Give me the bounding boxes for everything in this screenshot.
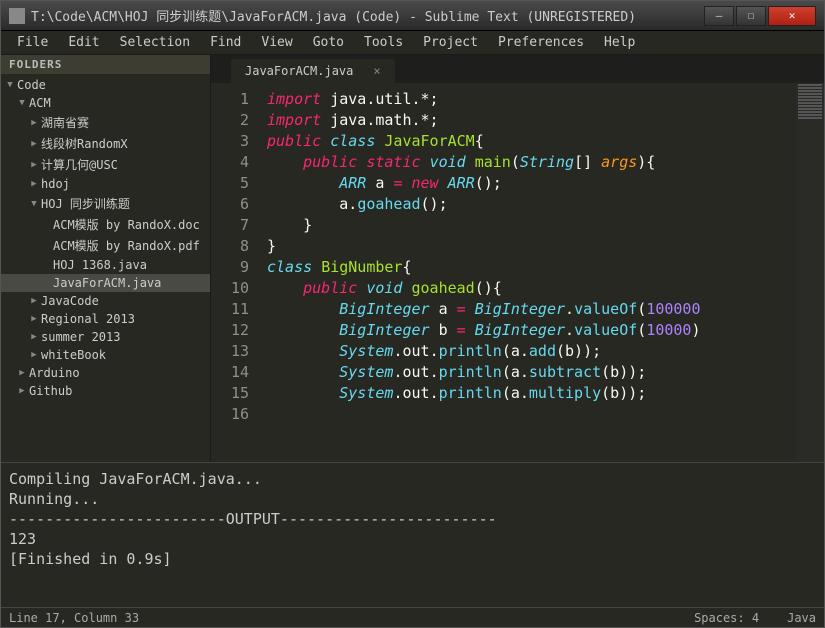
menu-project[interactable]: Project <box>413 33 488 52</box>
tree-arrow-icon: ▶ <box>29 160 39 170</box>
menu-edit[interactable]: Edit <box>58 33 109 52</box>
tree-arrow-icon: ▶ <box>29 350 39 360</box>
tree-item[interactable]: ACM模版 by RandoX.pdf <box>1 235 210 256</box>
tree-label: Arduino <box>29 366 80 380</box>
tree-label: hdoj <box>41 177 70 191</box>
tree-label: ACM <box>29 96 51 110</box>
tree-arrow-icon: ▶ <box>17 368 27 378</box>
tree-label: ACM模版 by RandoX.pdf <box>53 237 200 254</box>
tree-label: Regional 2013 <box>41 312 135 326</box>
tree-item[interactable]: ▶hdoj <box>1 175 210 193</box>
tree-arrow-icon: ▶ <box>29 296 39 306</box>
app-window: T:\Code\ACM\HOJ 同步训练题\JavaForACM.java (C… <box>0 0 825 628</box>
tree-label: HOJ 同步训练题 <box>41 195 130 212</box>
menu-preferences[interactable]: Preferences <box>488 33 594 52</box>
tree-arrow-icon: ▶ <box>29 118 39 128</box>
tree-arrow-icon: ▼ <box>5 80 15 90</box>
tree-item[interactable]: ACM模版 by RandoX.doc <box>1 214 210 235</box>
tree-arrow-icon: ▶ <box>29 314 39 324</box>
tree-label: JavaForACM.java <box>53 276 161 290</box>
menu-file[interactable]: File <box>7 33 58 52</box>
tabbar: JavaForACM.java × <box>211 55 824 83</box>
console-output[interactable]: Compiling JavaForACM.java... Running... … <box>1 462 824 607</box>
menubar: FileEditSelectionFindViewGotoToolsProjec… <box>1 31 824 55</box>
code-view[interactable]: import java.util.*;import java.math.*;pu… <box>259 83 824 462</box>
sidebar-header: FOLDERS <box>1 55 210 74</box>
tree-label: HOJ 1368.java <box>53 258 147 272</box>
window-title: T:\Code\ACM\HOJ 同步训练题\JavaForACM.java (C… <box>31 6 704 25</box>
tree-item[interactable]: ▶summer 2013 <box>1 328 210 346</box>
folder-tree: ▼Code▼ACM▶湖南省赛▶线段树RandomX▶计算几何@USC▶hdoj▼… <box>1 74 210 402</box>
tree-item[interactable]: ▶whiteBook <box>1 346 210 364</box>
tree-label: 线段树RandomX <box>41 135 128 152</box>
tab-close-icon[interactable]: × <box>373 64 380 78</box>
tree-arrow-icon: ▼ <box>29 199 39 209</box>
tree-label: 计算几何@USC <box>41 156 118 173</box>
tree-item[interactable]: ▶湖南省赛 <box>1 112 210 133</box>
menu-view[interactable]: View <box>251 33 302 52</box>
status-position[interactable]: Line 17, Column 33 <box>9 611 139 625</box>
editor-pane: JavaForACM.java × 1234567891011121314151… <box>211 55 824 462</box>
tree-arrow-icon: ▼ <box>17 98 27 108</box>
tree-item[interactable]: JavaForACM.java <box>1 274 210 292</box>
menu-find[interactable]: Find <box>200 33 251 52</box>
close-button[interactable]: ✕ <box>768 6 816 26</box>
tree-item[interactable]: ▶计算几何@USC <box>1 154 210 175</box>
maximize-button[interactable]: ☐ <box>736 6 766 26</box>
tree-item[interactable]: ▼ACM <box>1 94 210 112</box>
status-spaces[interactable]: Spaces: 4 <box>694 611 759 625</box>
tree-arrow-icon: ▶ <box>29 179 39 189</box>
tree-item[interactable]: ▶Github <box>1 382 210 400</box>
tree-label: summer 2013 <box>41 330 120 344</box>
tree-label: ACM模版 by RandoX.doc <box>53 216 200 233</box>
tree-arrow-icon: ▶ <box>29 332 39 342</box>
tree-label: Code <box>17 78 46 92</box>
tree-item[interactable]: HOJ 1368.java <box>1 256 210 274</box>
gutter: 12345678910111213141516 <box>211 83 259 462</box>
tree-item[interactable]: ▼Code <box>1 76 210 94</box>
tab-label: JavaForACM.java <box>245 64 353 78</box>
menu-goto[interactable]: Goto <box>303 33 354 52</box>
tree-item[interactable]: ▶JavaCode <box>1 292 210 310</box>
statusbar: Line 17, Column 33 Spaces: 4 Java <box>1 607 824 627</box>
tree-item[interactable]: ▶Arduino <box>1 364 210 382</box>
tree-label: Github <box>29 384 72 398</box>
tree-label: JavaCode <box>41 294 99 308</box>
tree-label: whiteBook <box>41 348 106 362</box>
status-language[interactable]: Java <box>787 611 816 625</box>
minimize-button[interactable]: — <box>704 6 734 26</box>
titlebar[interactable]: T:\Code\ACM\HOJ 同步训练题\JavaForACM.java (C… <box>1 1 824 31</box>
menu-help[interactable]: Help <box>594 33 645 52</box>
menu-tools[interactable]: Tools <box>354 33 413 52</box>
tree-arrow-icon: ▶ <box>29 139 39 149</box>
menu-selection[interactable]: Selection <box>110 33 200 52</box>
tree-item[interactable]: ▶Regional 2013 <box>1 310 210 328</box>
sidebar: FOLDERS ▼Code▼ACM▶湖南省赛▶线段树RandomX▶计算几何@U… <box>1 55 211 462</box>
tree-item[interactable]: ▶线段树RandomX <box>1 133 210 154</box>
tree-arrow-icon: ▶ <box>17 386 27 396</box>
app-icon <box>9 8 25 24</box>
minimap[interactable] <box>796 83 824 462</box>
tree-item[interactable]: ▼HOJ 同步训练题 <box>1 193 210 214</box>
tab-active[interactable]: JavaForACM.java × <box>231 59 395 83</box>
tree-label: 湖南省赛 <box>41 114 89 131</box>
